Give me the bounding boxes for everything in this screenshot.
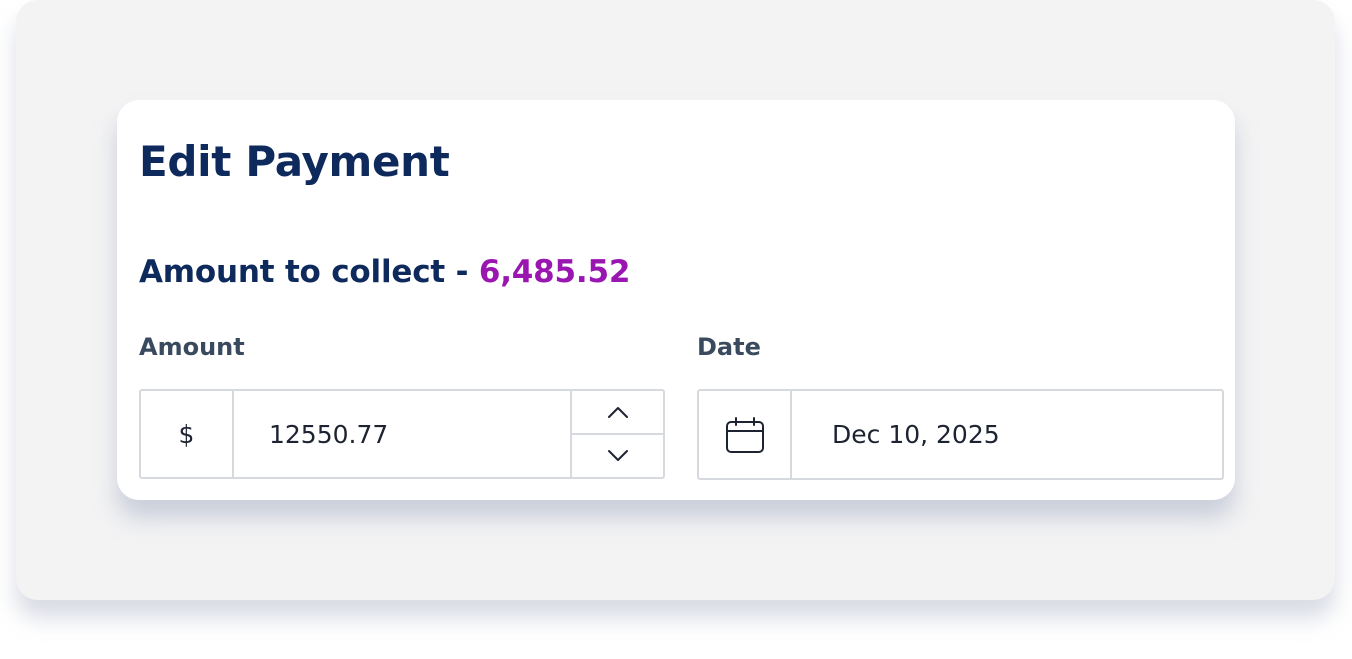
calendar-icon (725, 416, 764, 453)
amount-stepper (570, 391, 663, 477)
amount-label: Amount (139, 333, 245, 361)
amount-input[interactable] (234, 391, 570, 477)
amount-to-collect-value: 6,485.52 (478, 254, 631, 290)
decrement-button[interactable] (572, 435, 663, 477)
page-title: Edit Payment (139, 137, 450, 186)
chevron-down-icon (607, 450, 628, 461)
date-value: Dec 10, 2025 (832, 420, 1000, 449)
amount-to-collect-label: Amount to collect - (139, 254, 479, 290)
increment-button[interactable] (572, 391, 663, 435)
calendar-button[interactable] (699, 391, 792, 478)
amount-to-collect: Amount to collect - 6,485.52 (139, 252, 630, 292)
amount-field: $ (139, 389, 665, 479)
edit-payment-card: Edit Payment Amount to collect - 6,485.5… (117, 100, 1235, 500)
date-field[interactable]: Dec 10, 2025 (697, 389, 1224, 480)
chevron-up-icon (607, 407, 628, 418)
currency-prefix: $ (141, 391, 234, 477)
date-label: Date (697, 333, 761, 361)
